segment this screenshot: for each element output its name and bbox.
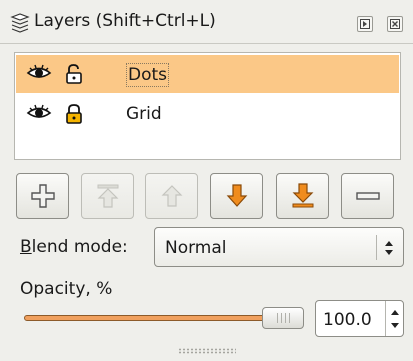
spin-down-icon[interactable] [390, 322, 400, 330]
raise-to-top-button[interactable] [81, 173, 134, 219]
spin-up-icon[interactable] [390, 308, 400, 316]
layer-row-dots[interactable]: Dots [16, 55, 399, 93]
opacity-slider[interactable] [24, 315, 290, 321]
lower-to-bottom-button[interactable] [276, 173, 329, 219]
grip-line [285, 313, 286, 323]
opacity-label: Opacity, % [20, 279, 113, 299]
lower-icon [226, 184, 248, 207]
blend-mode-select[interactable]: Normal [154, 227, 404, 267]
dock-icon [360, 19, 370, 29]
opacity-value[interactable]: 100.0 [323, 309, 372, 331]
resize-grip[interactable] [178, 348, 236, 354]
grip-line [289, 313, 290, 323]
raise-layer-button[interactable] [145, 173, 198, 219]
raise-icon [161, 185, 183, 207]
updown-arrows-icon [383, 238, 395, 262]
opacity-spin-buttons[interactable] [385, 301, 403, 336]
blend-mode-label: Blend mode: [20, 237, 128, 257]
add-layer-button[interactable] [16, 173, 69, 219]
grip-line [281, 313, 282, 323]
close-icon [390, 19, 400, 29]
layer-name[interactable]: Dots [126, 63, 170, 87]
remove-layer-button[interactable] [341, 173, 394, 219]
blend-mode-value: Normal [165, 238, 227, 258]
opacity-slider-handle[interactable] [262, 307, 304, 329]
locked-icon[interactable] [64, 103, 84, 129]
lower-layer-button[interactable] [210, 173, 263, 219]
close-button[interactable] [387, 16, 403, 32]
add-icon [31, 184, 55, 208]
dock-button[interactable] [357, 16, 373, 32]
remove-icon [356, 192, 380, 200]
layer-row-grid[interactable]: Grid [16, 95, 399, 133]
layers-icon [10, 13, 32, 33]
eye-icon[interactable] [26, 104, 52, 126]
eye-icon[interactable] [26, 64, 52, 86]
layers-panel: Layers (Shift+Ctrl+L) Dots Grid Blend mo… [0, 0, 413, 361]
grip-line [277, 313, 278, 323]
lower-to-bottom-icon [292, 183, 314, 208]
raise-to-top-icon [97, 184, 119, 208]
title-bar: Layers (Shift+Ctrl+L) [0, 0, 413, 44]
opacity-spinbox[interactable]: 100.0 [315, 300, 404, 337]
unlocked-icon[interactable] [64, 63, 84, 89]
layer-list[interactable]: Dots Grid [14, 52, 401, 160]
combo-separator [376, 235, 377, 260]
panel-title: Layers (Shift+Ctrl+L) [34, 11, 216, 31]
layer-name[interactable]: Grid [126, 103, 162, 125]
